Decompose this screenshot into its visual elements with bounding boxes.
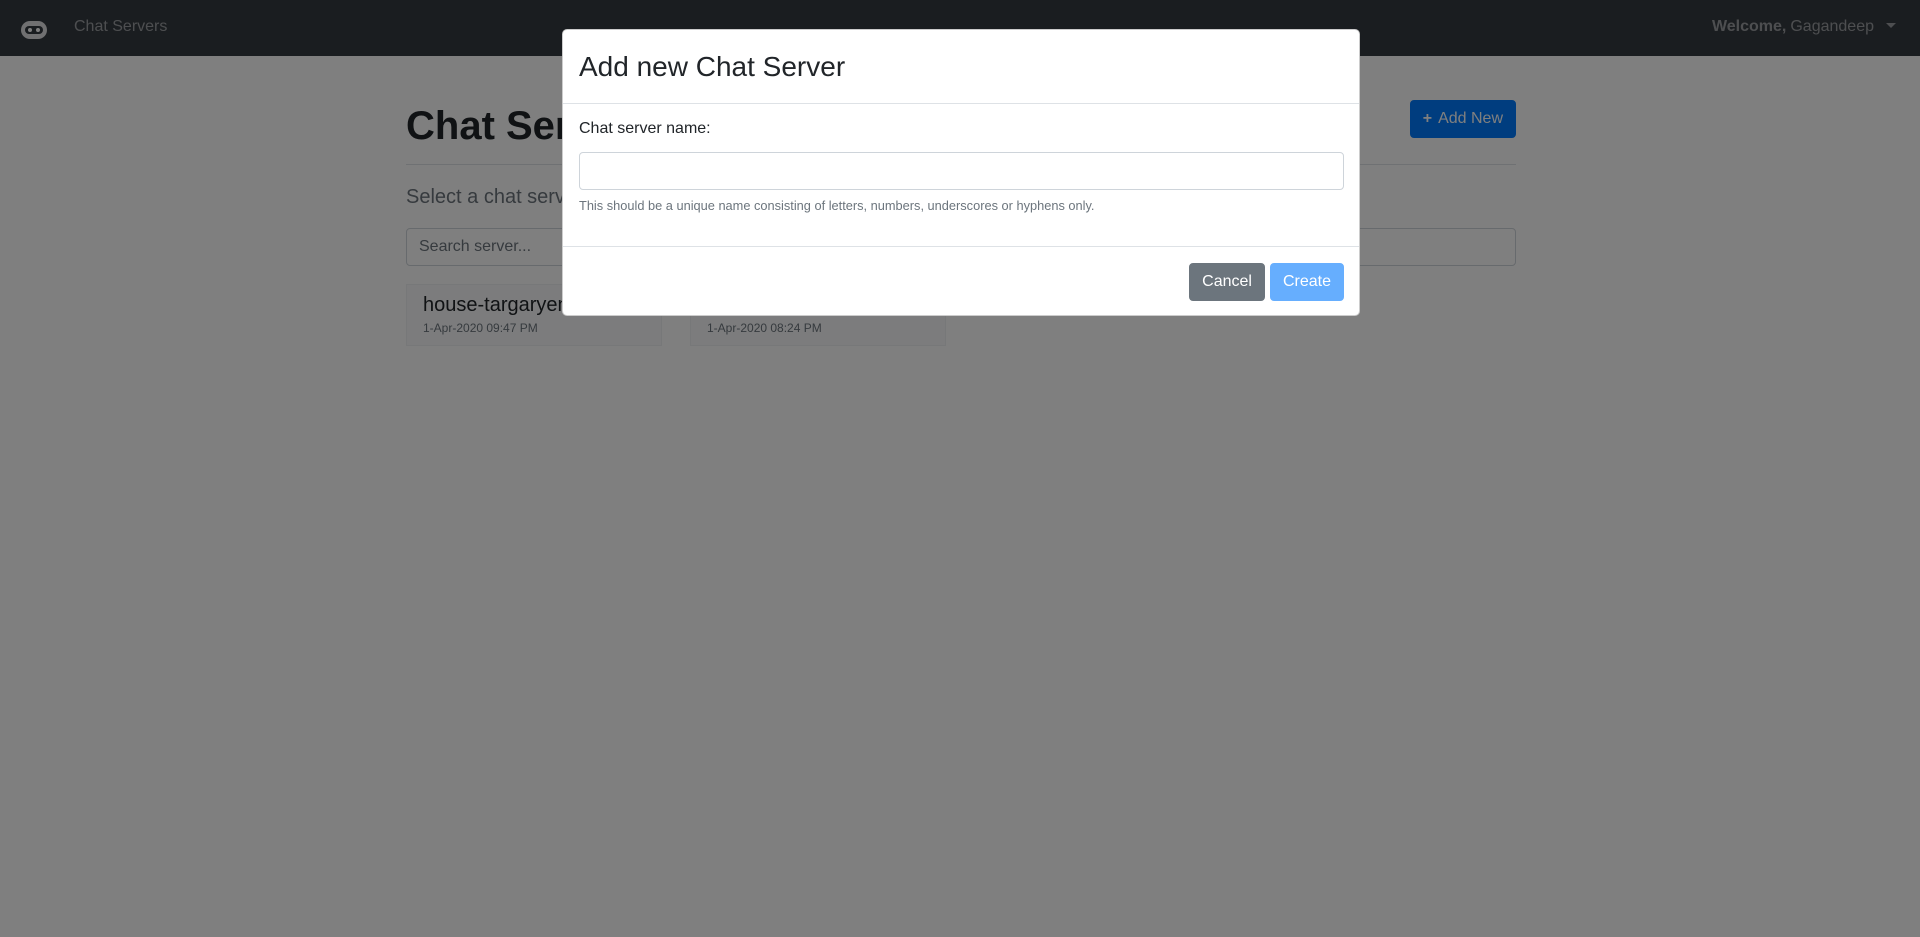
- server-name-label: Chat server name:: [579, 120, 711, 137]
- cancel-button[interactable]: Cancel: [1189, 262, 1265, 301]
- modal-footer: Cancel Create: [563, 246, 1359, 316]
- server-name-help-text: This should be a unique name consisting …: [579, 198, 1095, 213]
- modal-header: Add new Chat Server: [563, 30, 1359, 104]
- create-button[interactable]: Create: [1269, 262, 1344, 301]
- modal-title: Add new Chat Server: [579, 50, 846, 82]
- add-server-modal: Add new Chat Server Chat server name: Th…: [562, 29, 1360, 316]
- server-name-input[interactable]: [579, 152, 1344, 190]
- modal-body: Chat server name: This should be a uniqu…: [563, 104, 1359, 246]
